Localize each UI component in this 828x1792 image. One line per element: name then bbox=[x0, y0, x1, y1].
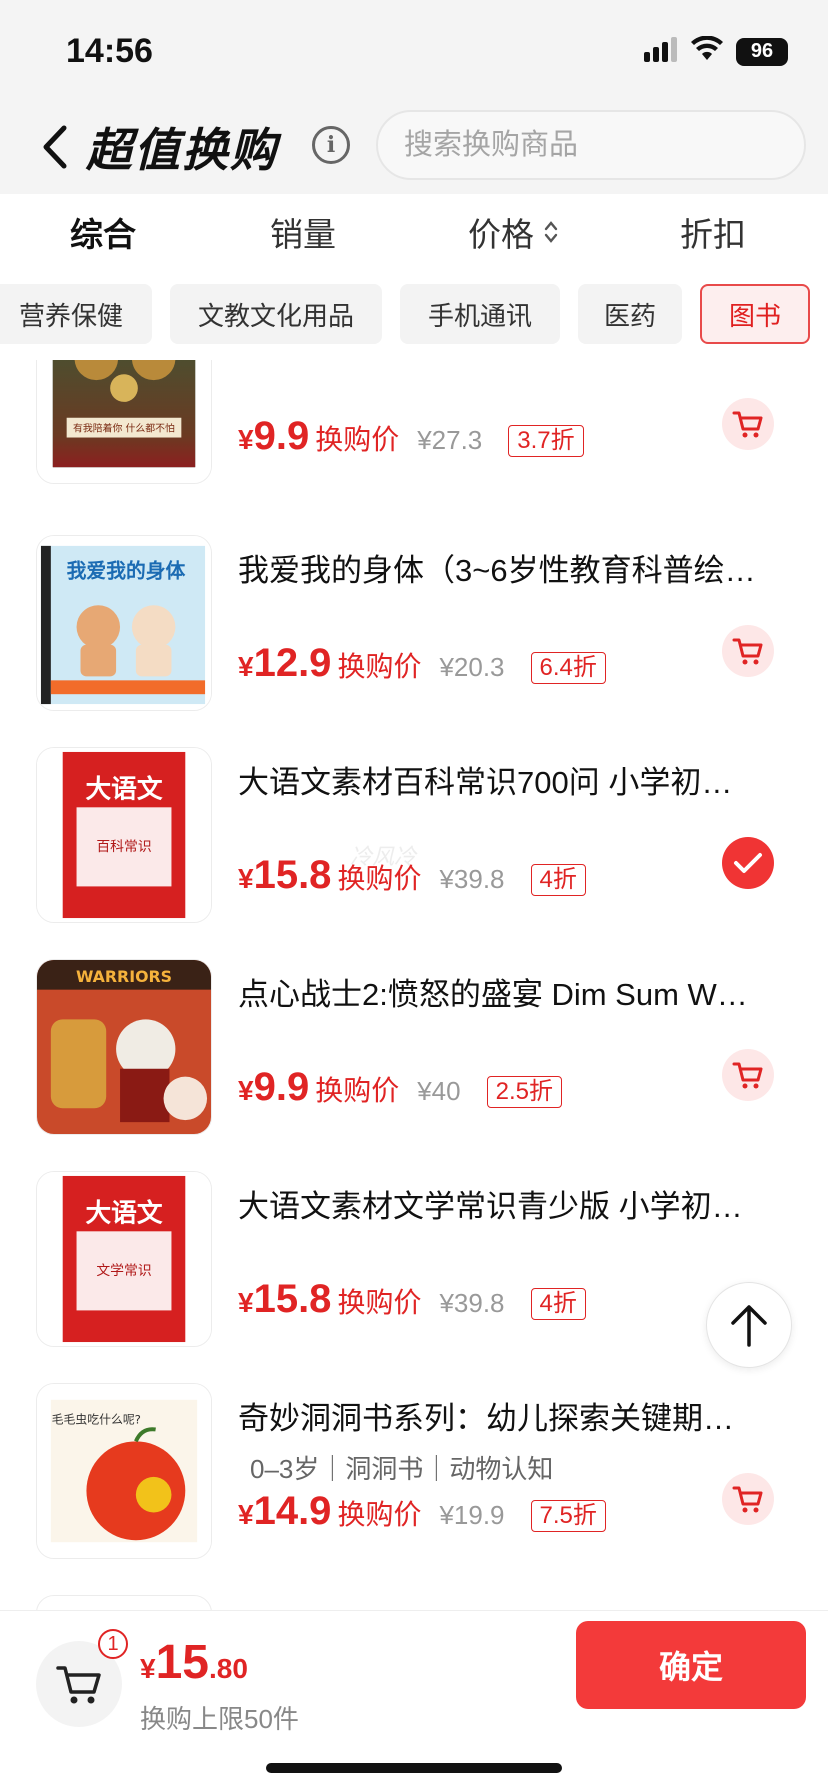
product-item[interactable]: 大语文 百科常识 大语文素材百科常识700问 小学初… 冷风冷 ¥ 15.8 换… bbox=[0, 747, 828, 959]
sort-bar: 综合 销量 价格 折扣 bbox=[0, 194, 828, 270]
sort-tab-discount[interactable]: 折扣 bbox=[680, 208, 746, 256]
battery-icon: 96 bbox=[736, 37, 788, 66]
cart-count-badge: 1 bbox=[98, 1629, 128, 1659]
add-to-cart-button[interactable] bbox=[722, 398, 774, 450]
product-thumbnail: WARRIORS bbox=[36, 959, 212, 1135]
svg-text:大语文: 大语文 bbox=[85, 773, 162, 804]
sort-tab-sales[interactable]: 销量 bbox=[270, 208, 336, 256]
svg-text:文学常识: 文学常识 bbox=[96, 1263, 151, 1279]
price-row: ¥ 9.9 换购价 ¥40 2.5折 bbox=[238, 1065, 562, 1115]
exchange-price: 12.9 bbox=[253, 641, 332, 685]
scroll-to-top-button[interactable] bbox=[706, 1282, 792, 1368]
product-title: 我爱我的身体（3~6岁性教育科普绘… bbox=[238, 553, 756, 588]
original-price: ¥39.8 bbox=[439, 864, 505, 894]
original-price: ¥19.9 bbox=[439, 1500, 505, 1530]
svg-text:有我陪着你 什么都不怕: 有我陪着你 什么都不怕 bbox=[73, 422, 175, 435]
discount-badge: 7.5折 bbox=[530, 1500, 606, 1532]
header: 超值换购 i bbox=[0, 100, 828, 194]
exchange-price: 15.8 bbox=[253, 1277, 332, 1321]
discount-badge: 4折 bbox=[530, 1288, 586, 1320]
category-bar: 营养保健 文教文化用品 手机通讯 医药 图书 bbox=[0, 270, 828, 360]
product-title: 奇妙洞洞书系列：幼儿探索关键期… bbox=[238, 1401, 734, 1436]
bottom-bar: 1 ¥ 15 .80 换购上限50件 确定 bbox=[0, 1610, 828, 1792]
product-thumbnail: 大语文 百科常识 bbox=[36, 747, 212, 923]
exchange-price: 15.8 bbox=[253, 853, 332, 897]
original-price: ¥39.8 bbox=[439, 1288, 505, 1318]
add-to-cart-button[interactable] bbox=[722, 1473, 774, 1525]
original-price: ¥40 bbox=[417, 1076, 461, 1106]
cart-icon bbox=[56, 1666, 101, 1704]
discount-badge: 3.7折 bbox=[508, 425, 584, 457]
sort-tab-price[interactable]: 价格 bbox=[468, 208, 558, 256]
discount-badge: 4折 bbox=[530, 864, 586, 896]
product-thumbnail: 有我陪着你 什么都不怕 bbox=[36, 360, 212, 484]
check-icon bbox=[734, 853, 762, 873]
search-input[interactable] bbox=[404, 128, 804, 162]
product-title: 点心战士2:愤怒的盛宴 Dim Sum W… bbox=[238, 977, 748, 1012]
discount-badge: 2.5折 bbox=[486, 1076, 562, 1108]
chevron-left-icon bbox=[43, 125, 67, 169]
status-time: 14:56 bbox=[66, 32, 153, 70]
category-chip-nutrition[interactable]: 营养保健 bbox=[0, 284, 152, 344]
original-price: ¥20.3 bbox=[439, 652, 505, 682]
info-icon[interactable]: i bbox=[312, 126, 350, 164]
cart-icon bbox=[732, 411, 763, 438]
svg-text:百科常识: 百科常识 bbox=[96, 839, 151, 855]
exchange-price: 9.9 bbox=[253, 414, 310, 458]
product-thumbnail: 毛毛虫吃什么呢? bbox=[36, 1383, 212, 1559]
cart-icon bbox=[732, 638, 763, 665]
exchange-price: 14.9 bbox=[253, 1489, 332, 1533]
discount-badge: 6.4折 bbox=[530, 652, 606, 684]
product-item[interactable]: 大语文 文学常识 大语文素材文学常识青少版 小学初… ¥ 15.8 换购价 ¥3… bbox=[0, 1171, 828, 1383]
cart-icon bbox=[732, 1486, 763, 1513]
product-list[interactable]: 有我陪着你 什么都不怕 ¥ 9.9 换购价 ¥27.3 3.7折 我爱我的身体 bbox=[0, 360, 828, 1610]
price-row: ¥ 14.9 换购价 ¥19.9 7.5折 bbox=[238, 1489, 606, 1539]
product-thumbnail bbox=[36, 1595, 212, 1610]
product-title: 大语文素材文学常识青少版 小学初… bbox=[238, 1189, 743, 1224]
selected-check-button[interactable] bbox=[722, 837, 774, 889]
product-tags: 0–3岁｜洞洞书｜动物认知 bbox=[250, 1454, 554, 1484]
confirm-button[interactable]: 确定 bbox=[576, 1621, 806, 1709]
price-row: ¥ 12.9 换购价 ¥20.3 6.4折 bbox=[238, 641, 606, 691]
product-title: 大语文素材百科常识700问 小学初… bbox=[238, 765, 733, 800]
cart-icon bbox=[732, 1062, 763, 1089]
product-item[interactable]: WARRIORS 点心战士2:愤怒的盛宴 Dim Sum W… ¥ 9.9 换购… bbox=[0, 959, 828, 1171]
page-title: 超值换购 bbox=[86, 124, 278, 176]
arrow-up-icon bbox=[731, 1305, 767, 1347]
svg-text:大语文: 大语文 bbox=[85, 1197, 162, 1228]
category-chip-stationery[interactable]: 文教文化用品 bbox=[170, 284, 382, 344]
signal-icon bbox=[644, 36, 678, 67]
search-box[interactable] bbox=[376, 110, 806, 180]
price-row: ¥ 15.8 换购价 ¥39.8 4折 bbox=[238, 853, 586, 903]
sort-tab-comprehensive[interactable]: 综合 bbox=[70, 208, 136, 256]
price-row: ¥ 9.9 换购价 ¥27.3 3.7折 bbox=[238, 414, 584, 464]
category-chip-phones[interactable]: 手机通讯 bbox=[400, 284, 560, 344]
product-thumbnail: 大语文 文学常识 bbox=[36, 1171, 212, 1347]
original-price: ¥27.3 bbox=[417, 425, 483, 455]
add-to-cart-button[interactable] bbox=[722, 1049, 774, 1101]
sort-arrows-icon bbox=[544, 220, 558, 244]
exchange-price: 9.9 bbox=[253, 1065, 310, 1109]
svg-text:毛毛虫吃什么呢?: 毛毛虫吃什么呢? bbox=[52, 1413, 141, 1427]
svg-text:WARRIORS: WARRIORS bbox=[76, 967, 172, 986]
svg-text:我爱我的身体: 我爱我的身体 bbox=[67, 560, 186, 583]
price-row: ¥ 15.8 换购价 ¥39.8 4折 bbox=[238, 1277, 586, 1327]
wifi-icon bbox=[690, 35, 724, 67]
status-bar: 14:56 96 bbox=[0, 0, 828, 100]
home-indicator bbox=[266, 1763, 562, 1773]
category-chip-medicine[interactable]: 医药 bbox=[578, 284, 682, 344]
product-item[interactable]: 毛毛虫吃什么呢? 奇妙洞洞书系列：幼儿探索关键期… 0–3岁｜洞洞书｜动物认知 … bbox=[0, 1383, 828, 1595]
back-button[interactable] bbox=[30, 120, 80, 174]
status-icons: 96 bbox=[644, 35, 788, 67]
total-price: ¥ 15 .80 bbox=[140, 1636, 248, 1689]
product-item[interactable] bbox=[0, 1595, 828, 1610]
exchange-limit-text: 换购上限50件 bbox=[140, 1704, 299, 1734]
add-to-cart-button[interactable] bbox=[722, 625, 774, 677]
category-chip-books[interactable]: 图书 bbox=[700, 284, 810, 344]
product-item[interactable]: 我爱我的身体 我爱我的身体（3~6岁性教育科普绘… ¥ 12.9 换购价 ¥20… bbox=[0, 535, 828, 747]
product-thumbnail: 我爱我的身体 bbox=[36, 535, 212, 711]
product-item[interactable]: 有我陪着你 什么都不怕 ¥ 9.9 换购价 ¥27.3 3.7折 bbox=[0, 360, 828, 520]
